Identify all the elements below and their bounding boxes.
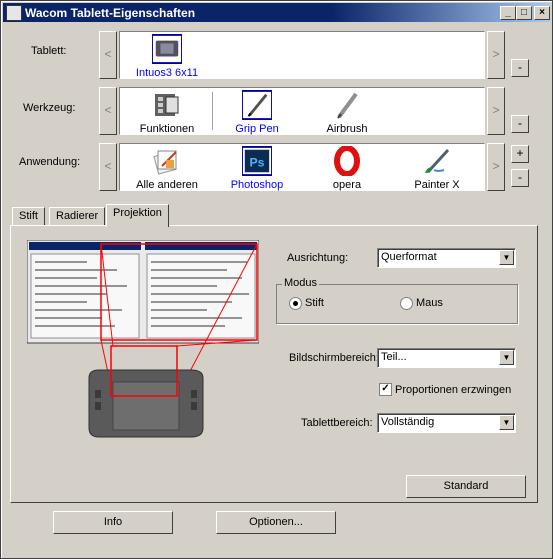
tablet-row-label: Tablett: — [31, 45, 67, 57]
tablet-area-label: Tablettbereich: — [301, 417, 373, 429]
mode-group: Modus Stift Maus — [276, 277, 518, 324]
opera-icon — [334, 145, 360, 177]
mode-group-label: Modus — [282, 277, 320, 289]
app-strip: Alle anderen Ps Photoshop opera Painter … — [119, 143, 485, 191]
tablet-area-value: Vollständig — [381, 416, 435, 428]
app-item-label: Painter X — [414, 179, 460, 191]
title-bar: Wacom Tablett-Eigenschaften _ □ × — [3, 3, 550, 22]
app-item-all-others[interactable]: Alle anderen — [128, 146, 206, 191]
app-item-label: Alle anderen — [136, 179, 198, 191]
tablet-item-intuos3[interactable]: Intuos3 6x11 — [128, 34, 206, 79]
projection-panel: Ausrichtung: Querformat ▼ Modus Stift Ma… — [10, 225, 538, 503]
airbrush-icon — [337, 92, 358, 119]
tab-projektion[interactable]: Projektion — [106, 204, 169, 227]
tab-stift[interactable]: Stift — [12, 207, 45, 226]
mode-mouse-label: Maus — [416, 297, 443, 309]
tool-item-functions[interactable]: Funktionen — [128, 90, 206, 135]
tool-scroll-left-button[interactable]: < — [99, 87, 117, 135]
tool-scroll-right-button[interactable]: > — [487, 87, 505, 135]
tablet-area-select[interactable]: Vollständig ▼ — [377, 413, 516, 433]
app-scroll-right-button[interactable]: > — [487, 143, 505, 191]
app-item-label: opera — [332, 179, 362, 191]
remove-application-button[interactable]: - — [511, 169, 529, 187]
remove-tablet-button[interactable]: - — [511, 59, 529, 77]
pen-icon — [241, 90, 273, 120]
orientation-value: Querformat — [381, 251, 437, 263]
orientation-select[interactable]: Querformat ▼ — [377, 248, 516, 268]
tab-radierer[interactable]: Radierer — [49, 207, 106, 226]
tool-strip: Funktionen Grip Pen Airbrush — [119, 87, 485, 135]
app-item-painter-x[interactable]: Painter X — [396, 146, 478, 191]
functions-icon — [155, 94, 179, 116]
force-proportions-checkbox[interactable]: ✓ — [379, 383, 392, 396]
tablet-icon — [151, 34, 183, 64]
tool-item-grip-pen[interactable]: Grip Pen — [218, 90, 296, 135]
dropdown-arrow-icon[interactable]: ▼ — [499, 415, 514, 430]
window: Wacom Tablett-Eigenschaften _ □ × Tablet… — [0, 0, 553, 559]
tool-separator — [212, 92, 213, 130]
app-icon — [6, 5, 22, 21]
app-row-label: Anwendung: — [19, 156, 81, 168]
orientation-label: Ausrichtung: — [287, 252, 349, 264]
painter-icon — [425, 148, 450, 174]
app-item-label: Photoshop — [230, 179, 284, 191]
tool-item-label: Funktionen — [139, 123, 195, 135]
tool-item-label: Airbrush — [326, 123, 368, 135]
screen-area-value: Teil... — [381, 351, 407, 363]
default-button[interactable]: Standard — [406, 475, 526, 498]
all-apps-icon — [153, 150, 177, 175]
window-title: Wacom Tablett-Eigenschaften — [25, 6, 196, 20]
app-item-opera[interactable]: opera — [308, 145, 386, 191]
mode-pen-radio[interactable] — [289, 297, 302, 310]
info-button[interactable]: Info — [53, 511, 173, 534]
add-application-button[interactable]: + — [511, 145, 529, 163]
screen-area-label: Bildschirmbereich: — [289, 352, 379, 364]
minimize-button[interactable]: _ — [500, 6, 516, 20]
app-item-photoshop[interactable]: Ps Photoshop — [218, 146, 296, 191]
force-proportions-label: Proportionen erzwingen — [395, 384, 512, 396]
dropdown-arrow-icon[interactable]: ▼ — [499, 350, 514, 365]
mode-pen-label: Stift — [305, 297, 324, 309]
svg-text:Ps: Ps — [250, 156, 265, 170]
mode-mouse-radio[interactable] — [400, 297, 413, 310]
tablet-item-label: Intuos3 6x11 — [135, 67, 199, 79]
options-button[interactable]: Optionen... — [216, 511, 336, 534]
app-scroll-left-button[interactable]: < — [99, 143, 117, 191]
remove-tool-button[interactable]: - — [511, 115, 529, 133]
dropdown-arrow-icon[interactable]: ▼ — [499, 250, 514, 265]
mapping-preview — [27, 240, 259, 438]
maximize-button[interactable]: □ — [516, 6, 532, 20]
photoshop-icon: Ps — [241, 146, 273, 176]
tool-item-airbrush[interactable]: Airbrush — [308, 90, 386, 135]
tablet-strip: Intuos3 6x11 — [119, 31, 485, 79]
tablet-scroll-left-button[interactable]: < — [99, 31, 117, 79]
screen-area-select[interactable]: Teil... ▼ — [377, 348, 516, 368]
tool-row-label: Werkzeug: — [23, 102, 76, 114]
tablet-scroll-right-button[interactable]: > — [487, 31, 505, 79]
close-button[interactable]: × — [534, 6, 550, 20]
tool-item-label: Grip Pen — [235, 123, 279, 135]
